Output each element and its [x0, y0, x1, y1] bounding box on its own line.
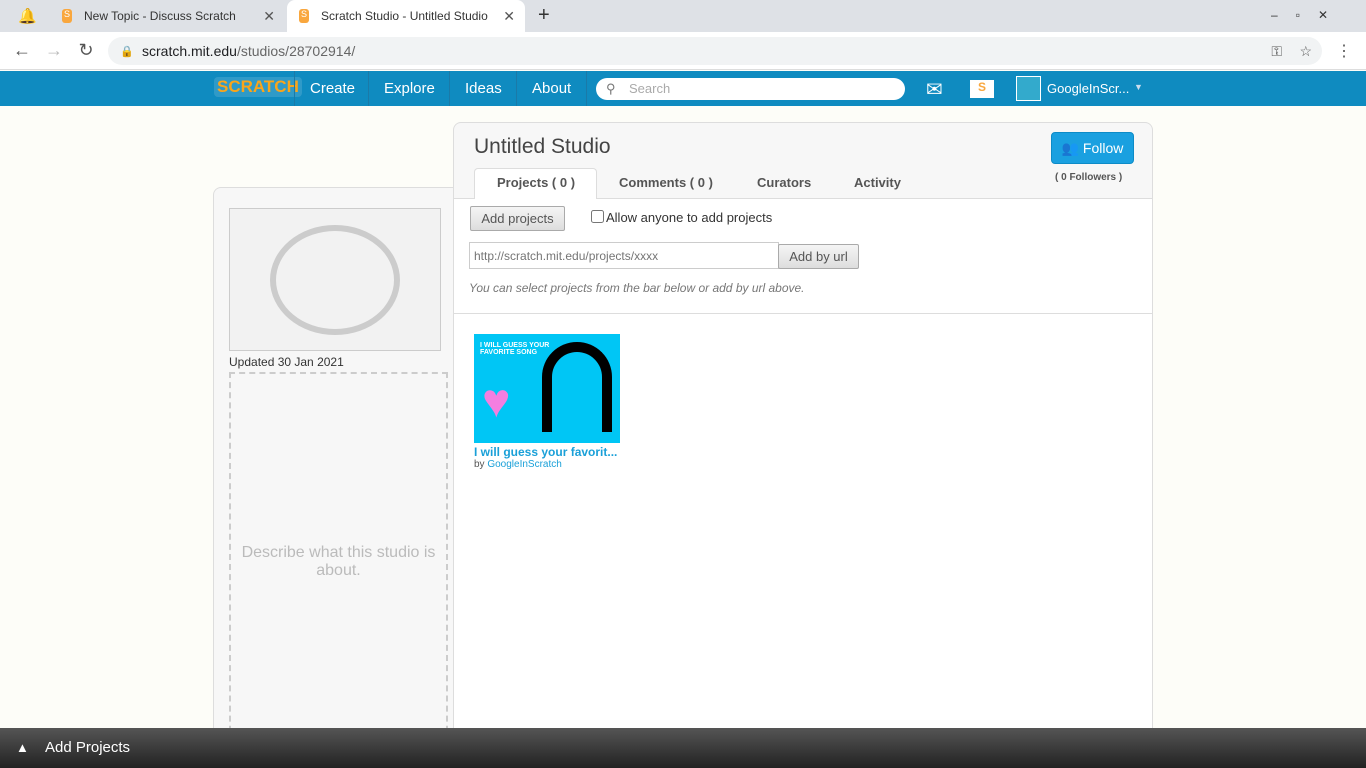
studio-thumbnail[interactable]	[229, 208, 441, 351]
project-thumbnail[interactable]: I WILL GUESS YOUR FAVORITE SONG ♥	[474, 334, 620, 443]
tab-studio[interactable]: S Scratch Studio - Untitled Studio ✕	[287, 0, 525, 32]
allow-anyone-checkbox[interactable]	[591, 210, 604, 223]
heart-icon: ♥	[482, 375, 511, 428]
close-icon[interactable]: ✕	[263, 8, 275, 25]
updated-date: Updated 30 Jan 2021	[229, 355, 344, 369]
hint-text: You can select projects from the bar bel…	[469, 281, 805, 295]
star-icon[interactable]: ☆	[1299, 43, 1312, 60]
menu-icon[interactable]: ⋮	[1336, 41, 1352, 61]
search-input[interactable]: ⚲ Search	[596, 78, 905, 100]
triangle-up-icon: ▲	[16, 740, 29, 755]
add-projects-bar[interactable]: ▲ Add Projects	[0, 728, 1366, 768]
close-icon[interactable]: ✕	[503, 8, 515, 25]
tab-projects-label: Projects ( 0 )	[497, 175, 576, 190]
reload-icon[interactable]: ↻	[70, 40, 102, 61]
scratch-navbar: SCRATCH Create Explore Ideas About ⚲ Sear…	[0, 71, 1366, 106]
my-stuff-icon[interactable]: S	[970, 80, 994, 98]
followers-count: ( 0 Followers )	[1055, 172, 1123, 183]
project-url-input[interactable]	[469, 242, 779, 269]
nav-explore[interactable]: Explore	[368, 71, 450, 106]
cat-placeholder-icon	[270, 224, 400, 335]
project-author[interactable]: GoogleInScratch	[487, 459, 562, 470]
scratch-logo[interactable]: SCRATCH	[214, 77, 302, 97]
tab-curators[interactable]: Curators	[757, 175, 811, 190]
scratch-favicon: S	[299, 9, 309, 23]
scratch-favicon: S	[62, 9, 72, 23]
thumbnail-text: I WILL GUESS YOUR FAVORITE SONG	[480, 342, 550, 356]
key-icon[interactable]: ⚿	[1271, 43, 1282, 60]
add-by-url-button[interactable]: Add by url	[778, 244, 859, 269]
window-controls[interactable]: –▫✕	[1271, 8, 1346, 22]
nav-create[interactable]: Create	[294, 71, 370, 106]
avatar[interactable]	[1016, 76, 1041, 101]
back-icon[interactable]: ←	[6, 40, 38, 61]
project-card[interactable]: I WILL GUESS YOUR FAVORITE SONG ♥ I will…	[474, 334, 620, 470]
chevron-down-icon[interactable]: ▼	[1134, 82, 1143, 92]
messages-icon[interactable]: ✉	[926, 77, 943, 102]
url-input[interactable]: 🔒 scratch.mit.edu/studios/28702914/ ⚿ ☆	[108, 37, 1322, 65]
studio-main: Untitled Studio 👥 Follow ( 0 Followers )…	[453, 122, 1153, 742]
studio-title[interactable]: Untitled Studio	[474, 135, 611, 159]
studio-sidebar: Updated 30 Jan 2021 Describe what this s…	[213, 187, 463, 752]
divider	[454, 313, 1152, 314]
allow-anyone-label: Allow anyone to add projects	[606, 210, 773, 225]
projects-pane: Add projects Allow anyone to add project…	[454, 198, 1152, 741]
project-title[interactable]: I will guess your favorit...	[474, 445, 620, 459]
search-icon: ⚲	[606, 81, 616, 96]
tab-bar: 🔔 S New Topic - Discuss Scratch ✕ S Scratch…	[0, 0, 1366, 32]
tab-discuss[interactable]: S New Topic - Discuss Scratch ✕	[50, 0, 285, 32]
follow-button[interactable]: 👥 Follow	[1051, 132, 1134, 164]
username-menu[interactable]: GoogleInScr...	[1047, 81, 1129, 96]
headphones-image	[542, 342, 612, 432]
address-bar: ← → ↻ 🔒 scratch.mit.edu/studios/28702914/…	[0, 32, 1366, 70]
new-tab-icon[interactable]: +	[538, 4, 550, 27]
users-icon: 👥	[1061, 140, 1083, 156]
bell-icon[interactable]: 🔔	[18, 7, 37, 25]
tab-activity[interactable]: Activity	[854, 175, 901, 190]
nav-about[interactable]: About	[516, 71, 588, 106]
tab-comments[interactable]: Comments ( 0 )	[619, 175, 713, 190]
description-field[interactable]: Describe what this studio is about.	[229, 372, 448, 752]
lock-icon: 🔒	[120, 45, 134, 58]
forward-icon[interactable]: →	[38, 40, 70, 61]
add-projects-button[interactable]: Add projects	[470, 206, 565, 231]
nav-ideas[interactable]: Ideas	[449, 71, 517, 106]
